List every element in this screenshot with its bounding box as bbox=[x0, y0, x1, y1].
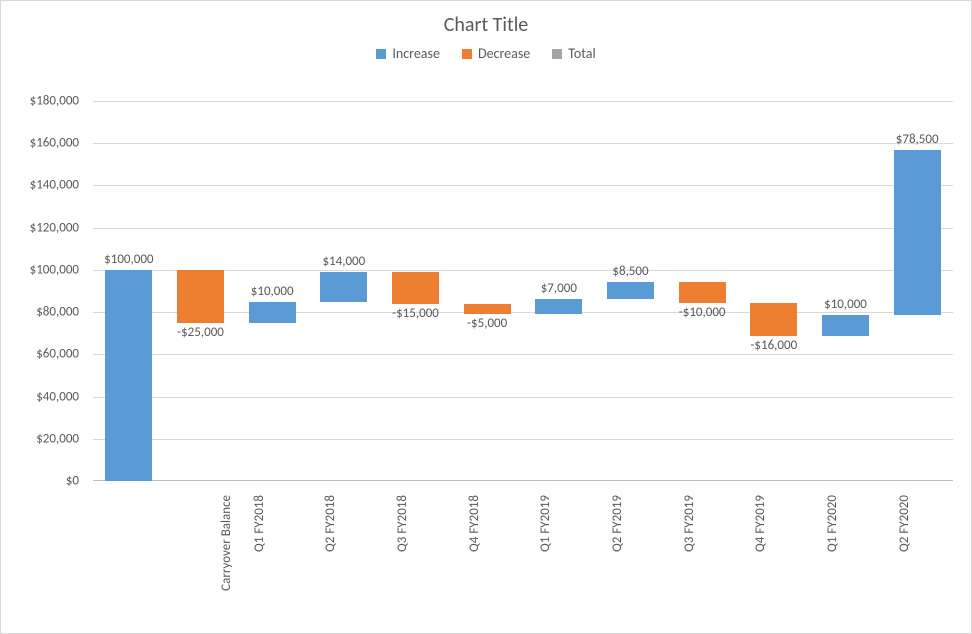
x-axis-labels: Carryover Balance Q1 FY2018 Q2 FY2018 Q3 FY… bbox=[93, 491, 953, 621]
x-tick-label: Q3 FY2019 bbox=[681, 495, 696, 552]
y-tick-label: $140,000 bbox=[0, 178, 79, 193]
x-tick-label: Q1 FY2018 bbox=[251, 495, 266, 552]
legend-label-decrease: Decrease bbox=[478, 45, 530, 62]
waterfall-bar bbox=[607, 282, 654, 300]
y-tick-label: $40,000 bbox=[0, 389, 79, 404]
x-tick-label: Q1 FY2019 bbox=[538, 495, 553, 552]
y-tick-label: $20,000 bbox=[0, 431, 79, 446]
y-tick-label: $120,000 bbox=[0, 220, 79, 235]
legend-label-total: Total bbox=[568, 45, 595, 62]
data-label: $10,000 bbox=[821, 297, 870, 312]
x-tick-label: Q4 FY2019 bbox=[753, 495, 768, 552]
gridline bbox=[93, 143, 953, 144]
data-label: $10,000 bbox=[248, 284, 297, 299]
x-tick-label: Q4 FY2018 bbox=[466, 495, 481, 552]
waterfall-bar bbox=[105, 270, 152, 481]
chart-legend: Increase Decrease Total bbox=[1, 45, 971, 74]
waterfall-bar bbox=[750, 303, 797, 337]
x-tick-label: Carryover Balance bbox=[219, 495, 234, 591]
waterfall-bar bbox=[535, 299, 582, 314]
data-label: $8,500 bbox=[610, 264, 652, 279]
legend-swatch-total bbox=[552, 49, 562, 59]
waterfall-bar bbox=[177, 270, 224, 323]
legend-swatch-increase bbox=[376, 49, 386, 59]
data-label: $14,000 bbox=[319, 254, 368, 269]
gridline bbox=[93, 397, 953, 398]
data-label: -$16,000 bbox=[746, 338, 802, 353]
gridline bbox=[93, 185, 953, 186]
chart-title: Chart Title bbox=[1, 1, 971, 45]
y-tick-label: $160,000 bbox=[0, 136, 79, 151]
waterfall-bar bbox=[894, 150, 941, 316]
gridline bbox=[93, 439, 953, 440]
data-label: -$25,000 bbox=[173, 325, 229, 340]
x-tick-label: Q3 FY2018 bbox=[395, 495, 410, 552]
gridline bbox=[93, 228, 953, 229]
plot-area: $0$20,000$40,000$60,000$80,000$100,000$1… bbox=[93, 101, 953, 481]
data-label: $7,000 bbox=[538, 281, 580, 296]
waterfall-bar bbox=[822, 315, 869, 336]
data-label: $78,500 bbox=[893, 132, 942, 147]
data-label: $100,000 bbox=[101, 252, 157, 267]
gridline bbox=[93, 101, 953, 102]
data-label: -$10,000 bbox=[674, 305, 730, 320]
legend-swatch-decrease bbox=[462, 49, 472, 59]
y-tick-label: $100,000 bbox=[0, 262, 79, 277]
waterfall-bar bbox=[679, 282, 726, 303]
legend-item-total: Total bbox=[552, 45, 595, 62]
waterfall-bar bbox=[249, 302, 296, 323]
legend-item-increase: Increase bbox=[376, 45, 440, 62]
chart-container: Chart Title Increase Decrease Total $0$2… bbox=[0, 0, 972, 634]
y-tick-label: $80,000 bbox=[0, 305, 79, 320]
waterfall-bar bbox=[320, 272, 367, 302]
x-tick-label: Q1 FY2020 bbox=[825, 495, 840, 552]
waterfall-bar bbox=[464, 304, 511, 315]
x-tick-label: Q2 FY2018 bbox=[323, 495, 338, 552]
legend-label-increase: Increase bbox=[392, 45, 440, 62]
data-label: -$15,000 bbox=[388, 306, 444, 321]
gridline bbox=[93, 354, 953, 355]
waterfall-bar bbox=[392, 272, 439, 304]
y-tick-label: $60,000 bbox=[0, 347, 79, 362]
legend-item-decrease: Decrease bbox=[462, 45, 530, 62]
plot-wrapper: $0$20,000$40,000$60,000$80,000$100,000$1… bbox=[93, 101, 953, 481]
x-tick-label: Q2 FY2020 bbox=[896, 495, 911, 552]
y-tick-label: $0 bbox=[0, 474, 79, 489]
data-label: -$5,000 bbox=[463, 316, 512, 331]
x-tick-label: Q2 FY2019 bbox=[610, 495, 625, 552]
y-tick-label: $180,000 bbox=[0, 94, 79, 109]
